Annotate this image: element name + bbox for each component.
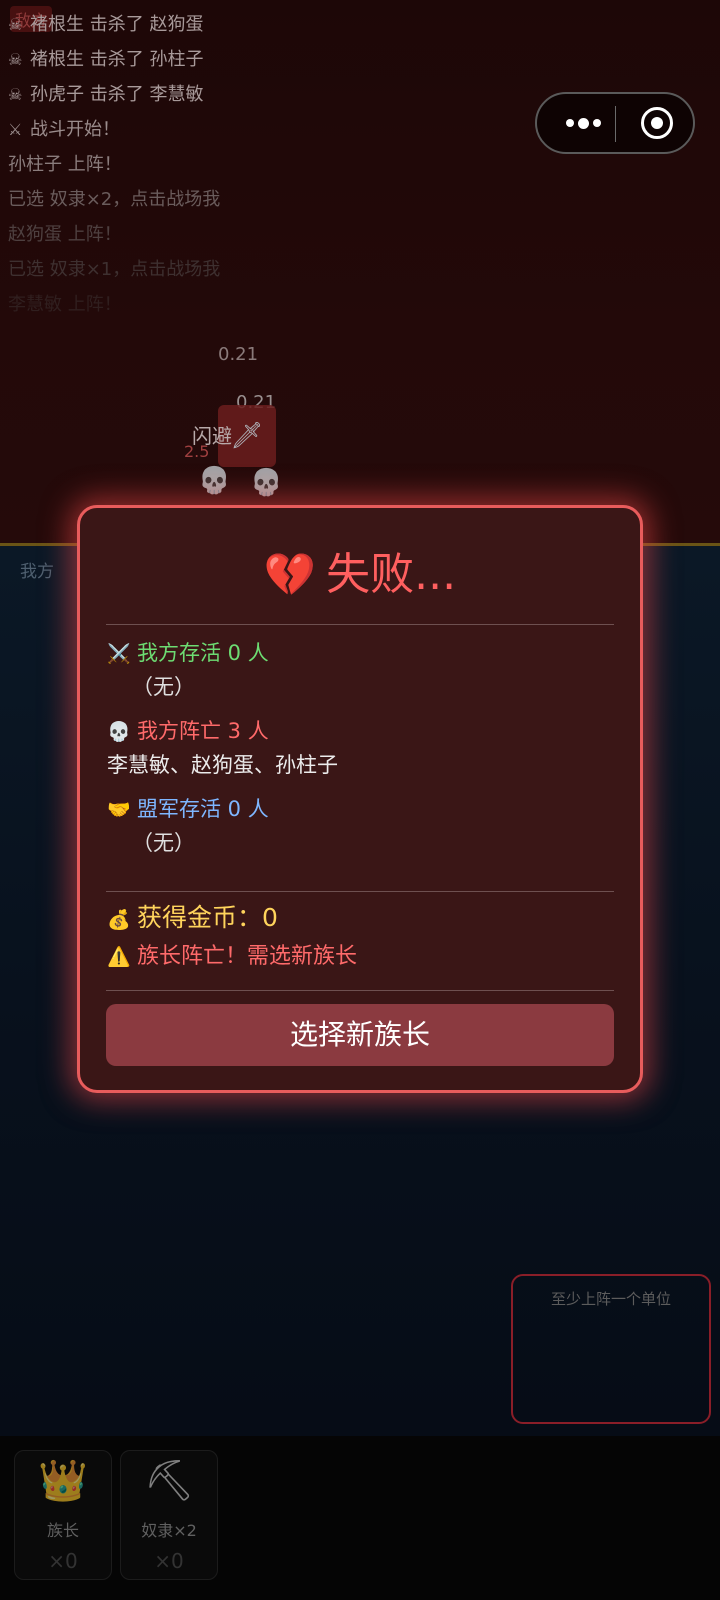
allies-row: 🤝 盟军存活 0 人: [107, 794, 269, 825]
skull-icon: 💀: [107, 721, 131, 743]
dead-list: 李慧敏、赵狗蛋、孙柱子: [107, 753, 338, 777]
allies-label: 盟军存活 0 人: [137, 797, 269, 821]
crossed-swords-icon: ⚔️: [107, 643, 131, 665]
broken-heart-icon: 💔: [263, 550, 317, 599]
survivors-label: 我方存活 0 人: [137, 641, 269, 665]
dead-label: 我方阵亡 3 人: [137, 719, 269, 743]
dead-row: 💀 我方阵亡 3 人: [107, 716, 269, 747]
money-bag-icon: 💰: [107, 909, 131, 931]
divider: [106, 624, 614, 625]
allies-list: （无）: [132, 831, 195, 855]
defeat-dialog: 💔 失败... ⚔️ 我方存活 0 人 （无） 💀 我方阵亡 3 人 李慧敏、赵狗蛋、…: [77, 505, 643, 1093]
title-text: 失败...: [326, 549, 457, 600]
dialog-title: 💔 失败...: [80, 546, 640, 604]
warning-row: ⚠️ 族长阵亡！需选新族长: [107, 942, 357, 972]
warning-label: 族长阵亡！需选新族长: [137, 944, 358, 969]
handshake-icon: 🤝: [107, 799, 131, 821]
choose-new-chief-button[interactable]: 选择新族长: [106, 1004, 614, 1066]
divider: [106, 990, 614, 991]
gold-row: 💰 获得金币：0: [107, 903, 278, 935]
survivors-row: ⚔️ 我方存活 0 人: [107, 638, 269, 669]
warning-icon: ⚠️: [107, 946, 131, 968]
gold-label: 获得金币：0: [137, 903, 278, 932]
survivors-list: （无）: [132, 675, 195, 699]
dialog-overlay: 💔 失败... ⚔️ 我方存活 0 人 （无） 💀 我方阵亡 3 人 李慧敏、赵狗蛋、…: [0, 0, 720, 1600]
divider: [106, 891, 614, 892]
